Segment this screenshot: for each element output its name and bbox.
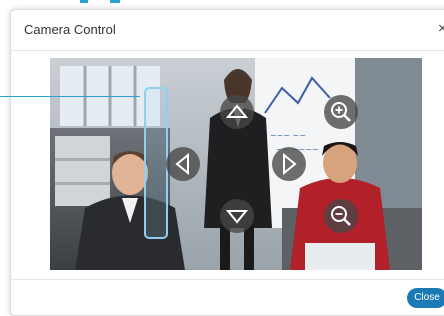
close-button[interactable]: Close <box>407 288 444 308</box>
zoom-out-button[interactable] <box>324 199 358 233</box>
close-icon[interactable]: × <box>438 20 444 37</box>
dialog-header: Camera Control × <box>11 10 444 51</box>
zoom-in-icon <box>331 102 351 122</box>
camera-video-feed: ~~~ ~~ ~~ ~~~~ <box>50 58 422 270</box>
right-arrow-icon <box>283 152 297 176</box>
camera-control-dialog: Camera Control × ~~~ ~~ ~~~~ Close <box>10 9 444 316</box>
dialog-footer: Close <box>11 279 444 316</box>
dialog-title: Camera Control <box>24 22 116 37</box>
pan-down-button[interactable] <box>220 199 254 233</box>
pan-left-button[interactable] <box>166 147 200 181</box>
zoom-in-button[interactable] <box>324 95 358 129</box>
pan-right-button[interactable] <box>272 147 306 181</box>
pan-up-button[interactable] <box>220 95 254 129</box>
zoom-out-icon <box>331 206 351 226</box>
left-arrow-icon <box>175 152 189 176</box>
svg-text:~~~ ~~: ~~~ ~~ <box>270 131 306 140</box>
callout-pointer-line <box>0 96 140 97</box>
up-arrow-icon <box>225 104 249 118</box>
down-arrow-icon <box>225 210 249 224</box>
callout-marker-top <box>80 0 120 3</box>
office-scene-image: ~~~ ~~ ~~ ~~~~ <box>50 58 422 270</box>
